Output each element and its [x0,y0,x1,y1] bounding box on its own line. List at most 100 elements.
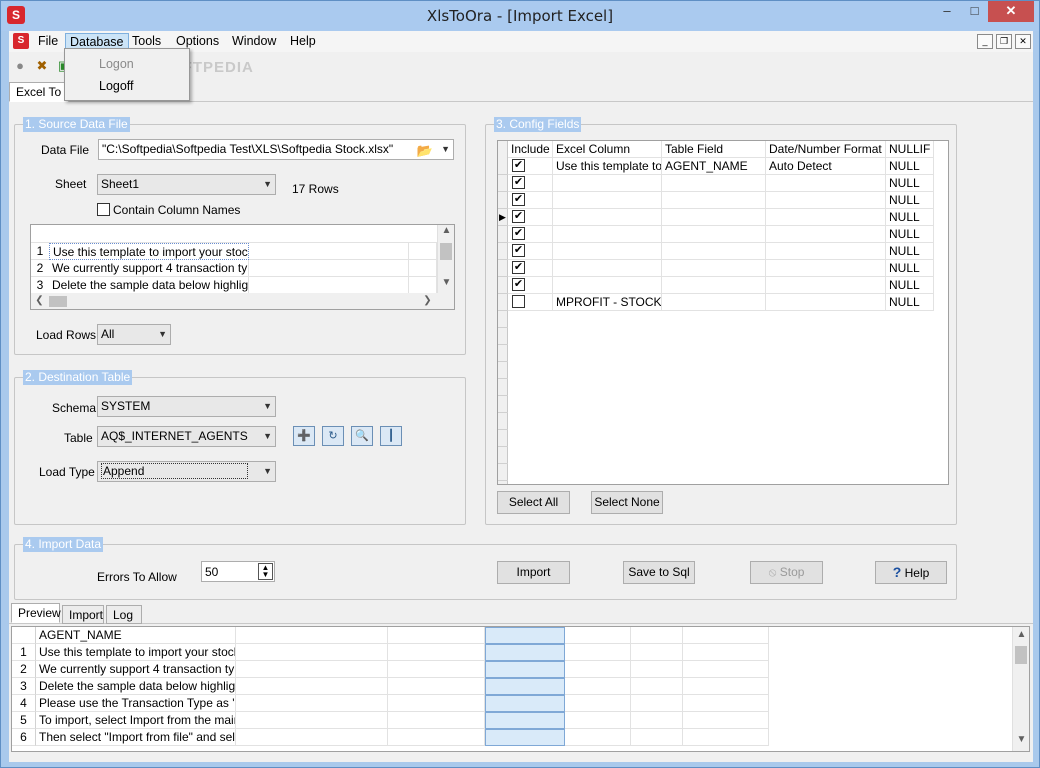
stop-button[interactable]: ⦸ Stop [750,561,823,584]
vertical-scrollbar[interactable]: ▲ ▼ [437,225,454,293]
grid-cell[interactable] [683,678,769,695]
table-field-cell[interactable] [662,260,766,277]
column-header[interactable]: Table Field [662,141,766,158]
grid-cell[interactable] [236,695,388,712]
grid-cell[interactable] [631,729,683,746]
nullif-cell[interactable]: NULL [886,209,934,226]
excel-column-cell[interactable]: MPROFIT - STOCK... [553,294,662,311]
source-preview-grid[interactable]: 1Use this template to import your stock … [30,224,455,310]
maximize-button[interactable]: □ [961,1,988,22]
spinner-arrows-icon[interactable]: ▲ ▼ [258,563,273,580]
include-cell[interactable]: ✔ [508,260,553,277]
nullif-cell[interactable]: NULL [886,294,934,311]
nullif-cell[interactable]: NULL [886,243,934,260]
table-field-cell[interactable] [662,277,766,294]
grid-cell[interactable] [683,644,769,661]
mdi-minimize-button[interactable]: _ [977,34,993,49]
table-field-cell[interactable] [662,294,766,311]
grid-cell[interactable] [485,729,565,746]
grid-cell[interactable] [565,678,631,695]
grid-cell[interactable] [631,695,683,712]
grid-cell[interactable]: Use this template to import your stock t… [49,243,249,260]
scroll-thumb[interactable] [1015,646,1027,664]
horizontal-scrollbar[interactable]: ❮ ❯ [31,293,454,309]
excel-column-cell[interactable]: Use this template to... [553,158,662,175]
save-to-sql-button[interactable]: Save to Sql [623,561,695,584]
tab-preview[interactable]: Preview [11,603,61,623]
grid-cell[interactable] [485,678,565,695]
grid-cell[interactable] [683,661,769,678]
grid-cell[interactable] [565,644,631,661]
table-field-cell[interactable] [662,209,766,226]
grid-cell[interactable]: We currently support 4 transaction types [49,260,249,277]
include-cell[interactable]: ✔ [508,175,553,192]
view-table-icon[interactable]: 🔍 [351,426,373,446]
grid-cell[interactable] [565,729,631,746]
nullif-cell[interactable]: NULL [886,192,934,209]
grid-cell[interactable] [565,661,631,678]
include-checkbox[interactable]: ✔ [512,227,525,240]
include-checkbox[interactable]: ✔ [512,176,525,189]
refresh-table-icon[interactable]: ↻ [322,426,344,446]
excel-column-cell[interactable] [553,175,662,192]
format-cell[interactable] [766,277,886,294]
scroll-left-icon[interactable]: ❮ [31,295,48,306]
excel-column-cell[interactable] [553,209,662,226]
help-button[interactable]: ? Help [875,561,947,584]
errors-to-allow-spinner[interactable]: 50 ▲ ▼ [201,561,275,582]
scroll-right-icon[interactable]: ❯ [419,295,436,306]
grid-cell[interactable] [631,644,683,661]
excel-column-cell[interactable] [553,277,662,294]
sheet-select[interactable]: Sheet1 ▼ [97,174,276,195]
excel-column-cell[interactable] [553,226,662,243]
mdi-restore-button[interactable]: ❐ [996,34,1012,49]
scroll-thumb[interactable] [440,243,452,260]
format-cell[interactable] [766,243,886,260]
include-cell[interactable]: ✔ [508,226,553,243]
scroll-thumb[interactable] [49,296,67,307]
grid-cell[interactable] [485,644,565,661]
grid-cell[interactable] [388,661,485,678]
column-header[interactable]: Include [508,141,553,158]
menu-help[interactable]: Help [286,33,320,51]
grid-cell[interactable] [388,712,485,729]
tab-excel-to[interactable]: Excel To [9,82,69,102]
grid-cell[interactable] [631,678,683,695]
include-cell[interactable]: ✔ [508,192,553,209]
menu-window[interactable]: Window [228,33,280,51]
menu-item-logon[interactable]: Logon [99,57,134,71]
mdi-close-button[interactable]: ✕ [1015,34,1031,49]
new-table-icon[interactable]: ➕ [293,426,315,446]
include-cell[interactable]: ✔ [508,277,553,294]
minimize-button[interactable]: – [933,1,961,22]
column-header[interactable] [565,627,631,644]
column-header[interactable] [236,627,388,644]
grid-cell[interactable] [388,678,485,695]
column-header[interactable] [485,627,565,644]
column-header[interactable] [631,627,683,644]
chevron-down-icon[interactable]: ▼ [441,140,450,159]
grid-cell[interactable] [388,644,485,661]
grid-cell[interactable] [485,695,565,712]
grid-cell[interactable] [236,661,388,678]
grid-cell[interactable] [565,695,631,712]
grid-cell[interactable] [683,729,769,746]
include-checkbox[interactable] [512,295,525,308]
grid-cell[interactable]: Then select "Import from file" and selec… [36,729,236,746]
format-cell[interactable]: Auto Detect [766,158,886,175]
load-rows-select[interactable]: All ▼ [97,324,171,345]
format-cell[interactable] [766,294,886,311]
include-cell[interactable]: ✔ [508,243,553,260]
format-cell[interactable] [766,260,886,277]
contain-column-names-checkbox[interactable] [97,203,110,216]
excel-column-cell[interactable] [553,260,662,277]
excel-column-cell[interactable] [553,243,662,260]
preview-grid[interactable]: AGENT_NAME 1 Use this template to import … [11,626,1030,752]
include-cell[interactable]: ✔ [508,158,553,175]
grid-cell[interactable]: Delete the sample data below highlighted [36,678,236,695]
scroll-up-icon[interactable]: ▲ [438,225,454,236]
include-checkbox[interactable]: ✔ [512,244,525,257]
scroll-down-icon[interactable]: ▼ [1013,734,1029,745]
nullif-cell[interactable]: NULL [886,175,934,192]
grid-cell[interactable] [485,661,565,678]
